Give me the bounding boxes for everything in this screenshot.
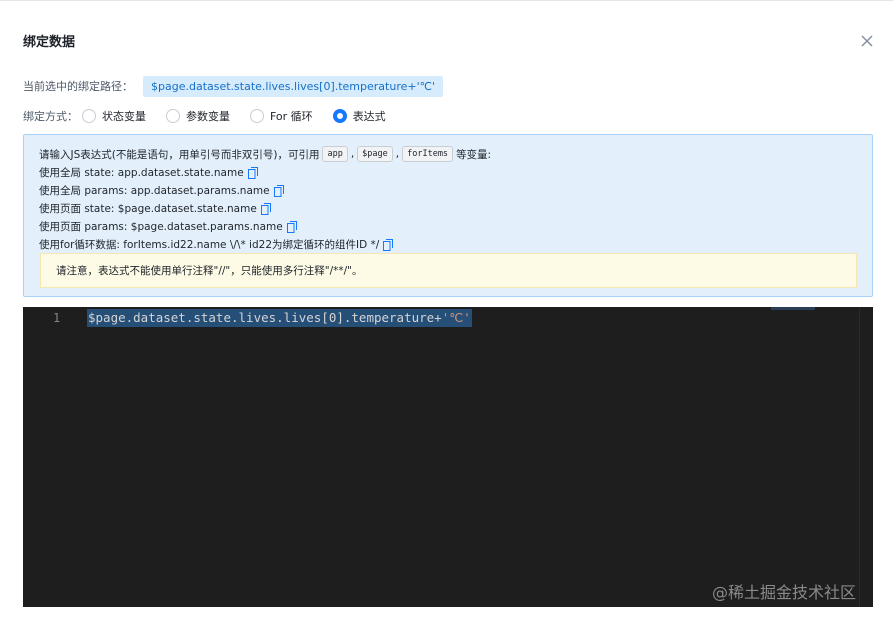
example-global-params: 使用全局 params: app.dataset.params.name: [39, 183, 284, 198]
copy-icon[interactable]: [383, 238, 394, 251]
code-text: $page.dataset.state.lives.lives[0].tempe…: [88, 310, 442, 325]
code-editor[interactable]: 1 $page.dataset.state.lives.lives[0].tem…: [23, 307, 873, 607]
expression-help-panel: 请输入JS表达式(不能是语句，用单引号而非双引号)，可引用 app , $pag…: [23, 134, 873, 297]
radio-label: 状态变量: [102, 110, 146, 123]
radio-state-variable[interactable]: 状态变量: [82, 108, 146, 124]
chip-foritems: forItems: [402, 146, 454, 162]
binding-mode-label: 绑定方式：: [23, 110, 78, 123]
radio-label: 参数变量: [186, 110, 230, 123]
radio-expression[interactable]: 表达式: [332, 108, 386, 124]
example-page-state: 使用页面 state: $page.dataset.state.name: [39, 201, 271, 216]
radio-circle-icon[interactable]: [82, 109, 96, 123]
watermark: @稀土掘金技术社区: [712, 583, 857, 602]
copy-icon[interactable]: [286, 220, 297, 233]
radio-for-loop[interactable]: For 循环: [250, 108, 313, 124]
radio-label: 表达式: [352, 110, 386, 123]
copy-icon[interactable]: [247, 166, 258, 179]
dialog-title: 绑定数据: [23, 35, 76, 50]
example-global-state: 使用全局 state: app.dataset.state.name: [39, 165, 258, 180]
bind-data-dialog: 绑定数据 当前选中的绑定路径： $page.dataset.state.live…: [0, 0, 893, 619]
radio-param-variable[interactable]: 参数变量: [166, 108, 230, 124]
help-intro: 请输入JS表达式(不能是语句，用单引号而非双引号)，可引用 app , $pag…: [39, 146, 492, 162]
code-line[interactable]: $page.dataset.state.lives.lives[0].tempe…: [87, 309, 472, 327]
code-string: '℃': [441, 310, 471, 325]
close-icon[interactable]: [857, 31, 877, 51]
binding-mode-radio-group: 状态变量 参数变量 For 循环 表达式: [82, 108, 406, 124]
chip-page: $page: [357, 146, 393, 162]
minimap-slider[interactable]: [771, 307, 815, 310]
line-number: 1: [53, 311, 61, 325]
binding-mode-row: 绑定方式： 状态变量 参数变量 For 循环 表达式: [23, 106, 406, 126]
help-intro-suffix: 等变量:: [456, 148, 492, 161]
help-intro-prefix: 请输入JS表达式(不能是语句，用单引号而非双引号)，可引用: [39, 148, 320, 161]
chip-app: app: [322, 146, 348, 162]
copy-icon[interactable]: [273, 184, 284, 197]
binding-path-tag: $page.dataset.state.lives.lives[0].tempe…: [143, 75, 443, 97]
editor-scrollbar[interactable]: [859, 307, 873, 607]
example-text: 使用页面 params: $page.dataset.params.name: [39, 221, 283, 233]
example-page-params: 使用页面 params: $page.dataset.params.name: [39, 219, 297, 234]
binding-path-label: 当前选中的绑定路径：: [23, 80, 133, 93]
radio-checked-icon[interactable]: [332, 109, 347, 123]
example-text: 使用页面 state: $page.dataset.state.name: [39, 203, 257, 215]
comment-warning: 请注意，表达式不能使用单行注释"//"，只能使用多行注释"/**/"。: [40, 253, 857, 288]
radio-label: For 循环: [270, 110, 313, 123]
example-text: 使用for循环数据: forItems.id22.name \/\* id22为…: [39, 239, 380, 251]
example-text: 使用全局 params: app.dataset.params.name: [39, 185, 270, 197]
radio-circle-icon[interactable]: [250, 109, 264, 123]
radio-circle-icon[interactable]: [166, 109, 180, 123]
example-text: 使用全局 state: app.dataset.state.name: [39, 167, 244, 179]
copy-icon[interactable]: [260, 202, 271, 215]
example-for-loop: 使用for循环数据: forItems.id22.name \/\* id22为…: [39, 237, 394, 252]
binding-path-row: 当前选中的绑定路径： $page.dataset.state.lives.liv…: [23, 75, 443, 97]
